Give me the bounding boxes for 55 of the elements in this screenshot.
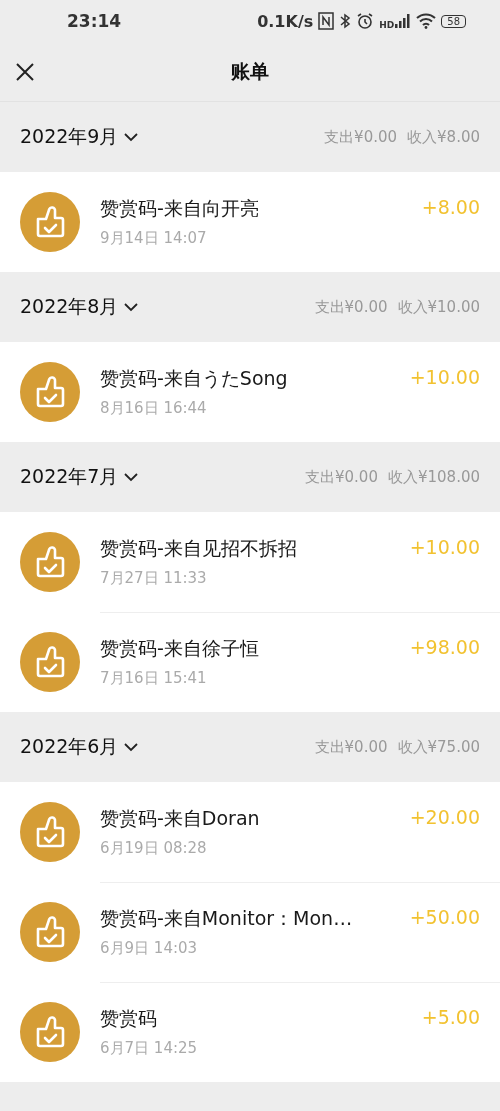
alarm-icon [356, 12, 375, 30]
transaction-title: 赞赏码-来自徐子恒 [100, 636, 259, 661]
transaction-time: 6月19日 08:28 [100, 839, 208, 858]
transaction-amount: +8.00 [421, 196, 480, 218]
transaction-amount: +10.00 [409, 536, 480, 558]
thumbs-up-icon [20, 192, 80, 252]
chevron-down-icon[interactable] [124, 302, 139, 312]
network-speed: 0.1K/s [257, 11, 314, 31]
page-title: 账单 [231, 58, 269, 84]
thumbs-up-icon [20, 362, 80, 422]
bluetooth-icon [339, 13, 352, 29]
transaction-time: 8月16日 16:44 [100, 399, 208, 418]
wifi-icon [416, 13, 437, 29]
nfc-icon [318, 12, 335, 30]
thumbs-up-icon [20, 802, 80, 862]
thumbs-up-icon [20, 532, 80, 592]
income-total: 收入¥10.00 [397, 297, 480, 317]
month-label[interactable]: 2022年9月 [20, 124, 119, 150]
thumbs-up-icon [20, 632, 80, 692]
income-total: 收入¥8.00 [407, 127, 480, 147]
thumbs-up-icon [20, 902, 80, 962]
transaction-time: 9月14日 14:07 [100, 229, 208, 248]
transaction-time: 6月9日 14:03 [100, 939, 199, 958]
signal-icon [395, 14, 412, 28]
expense-total: 支出¥0.00 [314, 737, 388, 757]
transaction-time: 6月7日 14:25 [100, 1039, 198, 1058]
chevron-down-icon[interactable] [124, 132, 139, 142]
expense-total: 支出¥0.00 [324, 127, 398, 147]
transaction-amount: +10.00 [409, 366, 480, 388]
transaction-title: 赞赏码-来自见招不拆招 [100, 536, 297, 561]
transaction-amount: +20.00 [409, 806, 480, 828]
month-label[interactable]: 2022年7月 [20, 464, 119, 490]
month-label[interactable]: 2022年8月 [20, 294, 119, 320]
close-icon[interactable] [15, 62, 35, 82]
expense-total: 支出¥0.00 [305, 467, 378, 487]
battery-level: 58 [441, 14, 466, 28]
transaction-time: 7月16日 15:41 [100, 669, 208, 688]
transaction-title: 赞赏码 [100, 1006, 158, 1031]
transaction-title: 赞赏码-来自Doran [100, 806, 260, 831]
expense-total: 支出¥0.00 [314, 297, 388, 317]
chevron-down-icon[interactable] [124, 742, 139, 752]
income-total: 收入¥108.00 [387, 467, 480, 487]
transaction-amount: +5.00 [421, 1006, 480, 1028]
network-label: HD [379, 19, 395, 30]
transaction-time: 7月27日 11:33 [100, 569, 208, 588]
status-time: 23:14 [67, 11, 122, 31]
transaction-title: 赞赏码-来自Monitor：Mon… [100, 906, 353, 931]
transaction-title: 赞赏码-来自うたSong [100, 366, 288, 391]
chevron-down-icon[interactable] [124, 472, 139, 482]
transaction-amount: +98.00 [409, 636, 480, 658]
thumbs-up-icon [20, 1002, 80, 1062]
income-total: 收入¥75.00 [397, 737, 480, 757]
month-label[interactable]: 2022年6月 [20, 734, 119, 760]
transaction-amount: +50.00 [409, 906, 480, 928]
transaction-title: 赞赏码-来自向开亮 [100, 196, 259, 221]
